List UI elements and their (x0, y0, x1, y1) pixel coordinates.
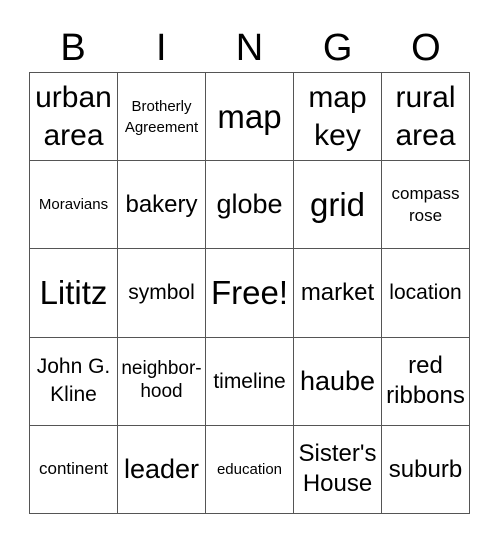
header-letter-o: O (411, 27, 441, 69)
bingo-cell[interactable]: education (206, 425, 294, 514)
bingo-cell[interactable]: red ribbons (382, 337, 470, 426)
bingo-cell[interactable]: compass rose (382, 161, 470, 250)
bingo-cell[interactable]: grid (294, 161, 382, 250)
header-letter-i: I (156, 27, 167, 69)
bingo-cell[interactable]: location (382, 249, 470, 338)
bingo-cell[interactable]: John G. Kline (30, 337, 118, 426)
bingo-cell[interactable]: Sister's House (294, 425, 382, 514)
bingo-cell[interactable]: neighbor-hood (118, 337, 206, 426)
bingo-cell[interactable]: continent (30, 425, 118, 514)
bingo-cell[interactable]: urban area (30, 73, 118, 162)
bingo-cell[interactable]: Moravians (30, 161, 118, 250)
bingo-cell[interactable]: map (206, 73, 294, 162)
bingo-cell[interactable]: map key (294, 73, 382, 162)
header-letter-g: G (322, 27, 353, 69)
free-space-cell[interactable]: Free! (206, 249, 294, 338)
bingo-cell[interactable]: leader (118, 425, 206, 514)
bingo-cell[interactable]: suburb (382, 425, 470, 514)
bingo-cell[interactable]: symbol (118, 249, 206, 338)
bingo-cell[interactable]: bakery (118, 161, 206, 250)
bingo-cell[interactable]: rural area (382, 73, 470, 162)
bingo-cell[interactable]: market (294, 249, 382, 338)
bingo-header: B I N G O (29, 24, 470, 72)
bingo-cell[interactable]: timeline (206, 337, 294, 426)
header-letter-n: N (235, 27, 264, 69)
header-letter-b: B (60, 27, 86, 69)
bingo-board: urban area Brotherly Agreement map map k… (29, 72, 470, 514)
bingo-cell[interactable]: Lititz (30, 249, 118, 338)
bingo-cell[interactable]: Brotherly Agreement (118, 73, 206, 162)
bingo-cell[interactable]: globe (206, 161, 294, 250)
bingo-cell[interactable]: haube (294, 337, 382, 426)
